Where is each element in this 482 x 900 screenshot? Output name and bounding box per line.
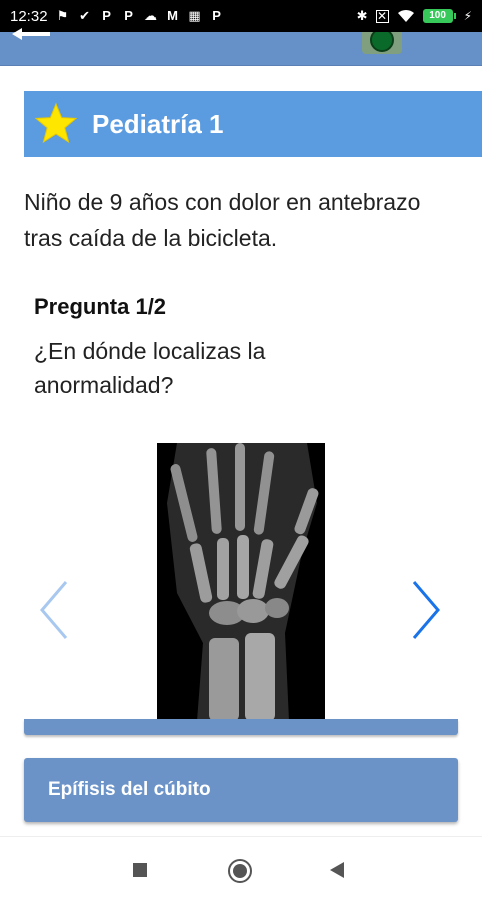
recents-icon[interactable] [133,863,147,877]
home-icon[interactable] [228,859,252,883]
status-bar: 12:32 ⚑ ✔ P P ☁ M ▦ P ✱ ✕ 100 ⚡ [0,0,482,32]
question-text: ¿En dónde localizas la anormalidad? [34,338,266,398]
system-icons: ✱ ✕ 100 ⚡ [357,8,472,24]
p-icon: P [212,8,221,23]
back-icon[interactable] [330,862,344,878]
check-circle-icon: ✔ [79,8,90,23]
page-title: Pediatría 1 [92,108,224,139]
back-arrow-icon[interactable] [10,28,50,42]
shield-icon: ⚑ [56,8,69,23]
p-icon: P [124,8,133,23]
status-time: 12:32 [10,7,48,25]
avatar-icon [370,32,394,52]
question-header: Pregunta 1/2 [34,294,167,319]
notification-icons: ⚑ ✔ P P ☁ M ▦ P [56,9,224,23]
bluetooth-icon: ✱ [356,8,368,23]
trash-icon: ▦ [188,8,201,23]
star-icon [34,102,78,144]
close-box-icon: ✕ [375,8,389,23]
answer-option-hidden[interactable] [24,719,458,735]
next-arrow-icon[interactable] [408,578,444,642]
title-banner: Pediatría 1 [24,91,482,157]
wifi-icon [397,9,414,22]
answer-option[interactable]: Epífisis del cúbito [24,758,458,822]
gmail-icon: M [167,8,178,23]
app-bar [0,28,482,66]
p-icon: P [102,8,111,23]
system-nav-bar [0,836,482,900]
app-avatar[interactable] [362,32,402,54]
battery-icon: 100 [422,9,456,23]
xray-image [157,443,325,721]
charging-icon: ⚡ [463,9,472,23]
previous-arrow-icon[interactable] [36,578,72,642]
case-description: Niño de 9 años con dolor en antebrazo tr… [24,189,421,251]
battery-level: 100 [422,9,453,23]
screen: 12:32 ⚑ ✔ P P ☁ M ▦ P ✱ ✕ 100 ⚡ Pediatrí… [0,0,482,900]
cloud-icon: ☁ [144,8,158,23]
